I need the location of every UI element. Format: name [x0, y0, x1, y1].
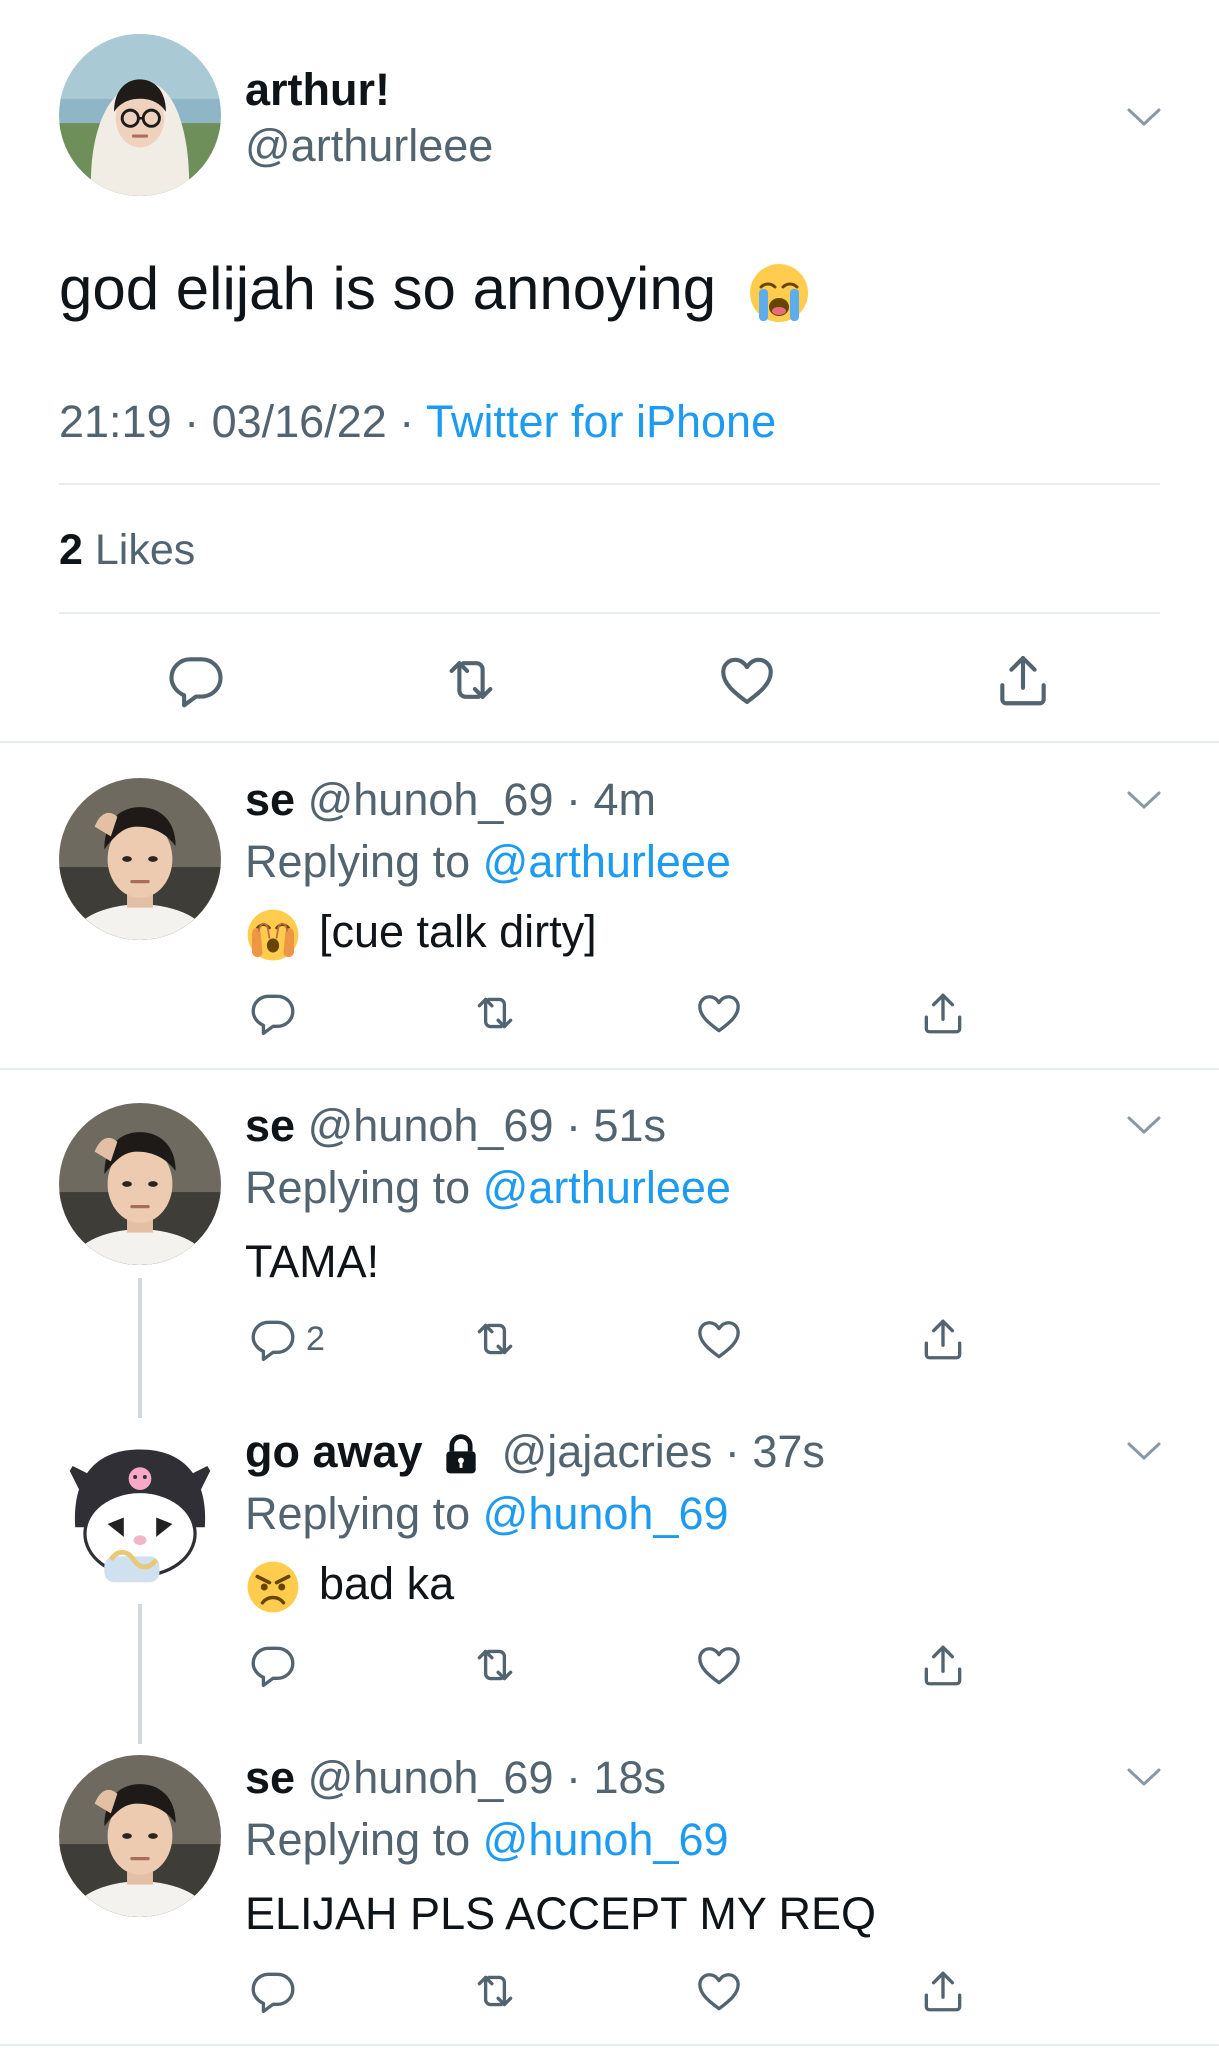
handle[interactable]: @hunoh_69	[308, 1752, 554, 1803]
reply-text: TAMA!	[245, 1236, 380, 1287]
display-name[interactable]: se	[245, 1100, 295, 1151]
replying-to: Replying to @hunoh_69	[245, 1814, 729, 1866]
reply-header: se @hunoh_69 · 4m	[245, 774, 656, 826]
retweet-button[interactable]	[470, 1966, 520, 2016]
mention-link[interactable]: @hunoh_69	[483, 1814, 729, 1865]
display-name[interactable]: se	[245, 774, 295, 825]
divider	[0, 1068, 1219, 1070]
loudly-crying-face-icon	[747, 261, 811, 325]
thread-line	[138, 1604, 142, 1744]
timestamp: 21:19 · 03/16/22 ·	[59, 396, 426, 447]
replying-label: Replying to	[245, 1488, 483, 1539]
share-button[interactable]	[918, 1640, 968, 1690]
chevron-down-icon[interactable]	[1124, 1110, 1164, 1140]
avatar[interactable]	[59, 1430, 221, 1592]
replying-to: Replying to @arthurleee	[245, 836, 731, 888]
replying-label: Replying to	[245, 1162, 483, 1213]
replying-to: Replying to @hunoh_69	[245, 1488, 729, 1540]
divider	[59, 483, 1160, 485]
time: · 4m	[553, 774, 656, 825]
like-button[interactable]	[716, 649, 778, 711]
like-button[interactable]	[694, 988, 744, 1038]
divider	[0, 2044, 1219, 2046]
source-link[interactable]: Twitter for iPhone	[426, 396, 776, 447]
tweet-meta: 21:19 · 03/16/22 · Twitter for iPhone	[59, 396, 776, 448]
mention-link[interactable]: @arthurleee	[483, 1162, 731, 1213]
chevron-down-icon[interactable]	[1124, 1436, 1164, 1466]
display-name[interactable]: se	[245, 1752, 295, 1803]
like-button[interactable]	[694, 1640, 744, 1690]
tweet-text-content: god elijah is so annoying	[59, 255, 717, 322]
handle[interactable]: @hunoh_69	[308, 1100, 554, 1151]
reply-button[interactable]	[248, 1640, 306, 1690]
avatar[interactable]	[59, 34, 221, 196]
reply-text-content: bad ka	[319, 1558, 455, 1609]
handle[interactable]: @arthurleee	[245, 120, 493, 172]
replying-label: Replying to	[245, 1814, 483, 1865]
like-button[interactable]	[694, 1314, 744, 1364]
display-name[interactable]: go away	[245, 1426, 423, 1477]
share-button[interactable]	[918, 988, 968, 1038]
like-button[interactable]	[694, 1966, 744, 2016]
share-button[interactable]	[992, 649, 1054, 711]
mention-link[interactable]: @arthurleee	[483, 836, 731, 887]
retweet-button[interactable]	[440, 649, 502, 711]
reply-header: go away @jajacries · 37s	[245, 1426, 825, 1478]
handle[interactable]: @jajacries	[502, 1426, 713, 1477]
lock-icon	[439, 1433, 483, 1477]
display-name[interactable]: arthur!	[245, 64, 390, 116]
reply-count: 2	[306, 1319, 325, 1358]
thread-line	[138, 1278, 142, 1418]
share-button[interactable]	[918, 1966, 968, 2016]
avatar[interactable]	[59, 778, 221, 940]
reply-header: se @hunoh_69 · 51s	[245, 1100, 666, 1152]
mention-link[interactable]: @hunoh_69	[483, 1488, 729, 1539]
chevron-down-icon[interactable]	[1124, 785, 1164, 815]
time: · 18s	[553, 1752, 667, 1803]
retweet-button[interactable]	[470, 988, 520, 1038]
likes-summary[interactable]: 2 Likes	[59, 526, 195, 575]
chevron-down-icon[interactable]	[1124, 102, 1164, 132]
reply-text: ELIJAH PLS ACCEPT MY REQ	[245, 1888, 877, 1939]
reply-text: bad ka	[245, 1558, 454, 1615]
share-button[interactable]	[918, 1314, 968, 1364]
divider	[59, 612, 1160, 614]
reply-text: [cue talk dirty]	[245, 906, 597, 963]
avatar[interactable]	[59, 1103, 221, 1265]
avatar[interactable]	[59, 1755, 221, 1917]
time: · 37s	[712, 1426, 825, 1477]
reply-button[interactable]	[248, 988, 306, 1038]
reply-button[interactable]: 2	[248, 1314, 325, 1364]
reply-button[interactable]	[165, 649, 227, 711]
retweet-button[interactable]	[470, 1314, 520, 1364]
time: · 51s	[553, 1100, 667, 1151]
face-with-hand-over-mouth-icon	[245, 907, 301, 963]
likes-count: 2	[59, 526, 83, 574]
reply-button[interactable]	[248, 1966, 306, 2016]
chevron-down-icon[interactable]	[1124, 1762, 1164, 1792]
divider	[0, 741, 1219, 743]
reply-header: se @hunoh_69 · 18s	[245, 1752, 666, 1804]
reply-text-content: [cue talk dirty]	[319, 906, 597, 957]
likes-label: Likes	[82, 526, 196, 574]
angry-face-icon	[245, 1559, 301, 1615]
replying-label: Replying to	[245, 836, 483, 887]
replying-to: Replying to @arthurleee	[245, 1162, 731, 1214]
handle[interactable]: @hunoh_69	[308, 774, 554, 825]
tweet-text: god elijah is so annoying	[59, 254, 811, 325]
retweet-button[interactable]	[470, 1640, 520, 1690]
